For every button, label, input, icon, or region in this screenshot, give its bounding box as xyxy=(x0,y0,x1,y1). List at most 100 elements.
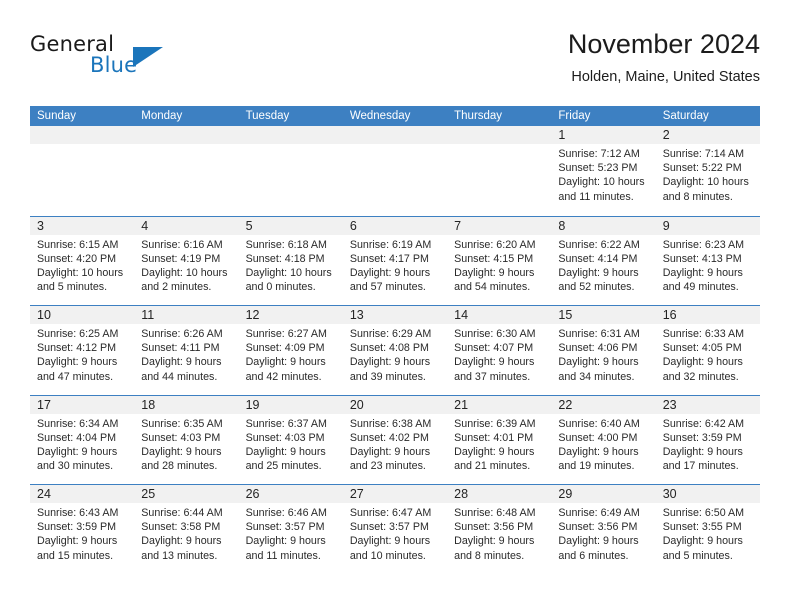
day-number-band: 16 xyxy=(655,306,760,324)
day-cell[interactable]: 14 Sunrise: 6:30 AM Sunset: 4:07 PM Dayligh… xyxy=(447,306,552,395)
day-detail-line: and 13 minutes. xyxy=(141,549,218,562)
calendar-body: 1 Sunrise: 7:12 AM Sunset: 5:23 PM Daylight… xyxy=(30,126,760,574)
day-detail-line: Sunset: 3:58 PM xyxy=(141,521,221,534)
day-number-band xyxy=(30,126,135,144)
day-cell[interactable]: 12 Sunrise: 6:27 AM Sunset: 4:09 PM Dayligh… xyxy=(238,306,343,395)
day-detail-line: Daylight: 9 hours xyxy=(349,356,431,369)
day-detail-line: Sunset: 4:18 PM xyxy=(245,252,325,265)
day-detail-line: Sunset: 4:20 PM xyxy=(37,252,117,265)
day-detail-line: Daylight: 10 hours xyxy=(37,266,124,279)
day-cell[interactable]: 28 Sunrise: 6:48 AM Sunset: 3:56 PM Dayligh… xyxy=(447,485,552,574)
day-detail-line: Sunrise: 6:40 AM xyxy=(558,417,640,430)
day-detail-line: Sunrise: 6:27 AM xyxy=(245,328,327,340)
day-cell[interactable]: 2 Sunrise: 7:14 AM Sunset: 5:22 PM Daylight… xyxy=(655,126,760,216)
day-cell[interactable]: 15 Sunrise: 6:31 AM Sunset: 4:06 PM Dayligh… xyxy=(551,306,656,395)
day-number: 7 xyxy=(454,218,462,233)
day-cell[interactable]: 20 Sunrise: 6:38 AM Sunset: 4:02 PM Dayligh… xyxy=(342,395,448,484)
day-detail-line: and 8 minutes. xyxy=(662,190,733,203)
day-detail-line: Daylight: 9 hours xyxy=(349,266,431,279)
day-detail-line: Sunrise: 6:18 AM xyxy=(245,238,327,251)
day-cell[interactable]: 23 Sunrise: 6:42 AM Sunset: 3:59 PM Dayligh… xyxy=(655,395,760,484)
day-detail-line: Sunset: 3:56 PM xyxy=(454,521,534,534)
day-details: Sunrise: 6:27 AM Sunset: 4:09 PM Daylight:… xyxy=(239,324,343,384)
day-cell[interactable]: 3 Sunrise: 6:15 AM Sunset: 4:20 PM Daylight… xyxy=(30,216,135,305)
day-cell[interactable]: 19 Sunrise: 6:37 AM Sunset: 4:03 PM Dayligh… xyxy=(238,395,343,484)
day-detail-line: and 8 minutes. xyxy=(454,549,525,562)
day-detail-line: Sunset: 3:59 PM xyxy=(37,521,117,534)
day-detail-line: Sunset: 4:03 PM xyxy=(141,431,221,444)
day-cell[interactable]: 16 Sunrise: 6:33 AM Sunset: 4:05 PM Dayligh… xyxy=(655,306,760,395)
day-detail-line: and 30 minutes. xyxy=(37,460,114,473)
day-detail-line: and 25 minutes. xyxy=(245,460,322,473)
day-cell[interactable]: 21 Sunrise: 6:39 AM Sunset: 4:01 PM Dayligh… xyxy=(447,395,552,484)
day-details: Sunrise: 6:43 AM Sunset: 3:59 PM Daylight:… xyxy=(30,503,134,563)
day-cell[interactable]: 4 Sunrise: 6:16 AM Sunset: 4:19 PM Daylight… xyxy=(134,216,239,305)
day-number-band: 28 xyxy=(447,485,552,503)
day-detail-line: Sunset: 3:55 PM xyxy=(662,521,742,534)
day-number-band: 3 xyxy=(30,216,135,235)
day-number: 6 xyxy=(349,218,357,233)
day-cell[interactable]: 13 Sunrise: 6:29 AM Sunset: 4:08 PM Dayligh… xyxy=(342,306,448,395)
day-number-band: 2 xyxy=(655,126,760,144)
day-cell[interactable]: 25 Sunrise: 6:44 AM Sunset: 3:58 PM Dayligh… xyxy=(134,485,239,574)
day-cell[interactable]: 17 Sunrise: 6:34 AM Sunset: 4:04 PM Dayligh… xyxy=(30,395,135,484)
day-cell[interactable]: 11 Sunrise: 6:26 AM Sunset: 4:11 PM Dayligh… xyxy=(134,306,239,395)
day-detail-line: Sunrise: 6:46 AM xyxy=(245,507,327,519)
day-detail-line: Sunrise: 6:31 AM xyxy=(558,328,640,340)
day-detail-line: and 15 minutes. xyxy=(37,549,114,562)
day-cell[interactable]: 26 Sunrise: 6:46 AM Sunset: 3:57 PM Dayligh… xyxy=(238,485,343,574)
day-detail-line: and 11 minutes. xyxy=(245,549,321,562)
day-cell[interactable]: 8 Sunrise: 6:22 AM Sunset: 4:14 PM Daylight… xyxy=(551,216,656,305)
calendar-grid: Sunday Monday Tuesday Wednesday Thursday Frid… xyxy=(30,106,760,574)
day-cell[interactable]: 18 Sunrise: 6:35 AM Sunset: 4:03 PM Dayligh… xyxy=(134,395,239,484)
day-details: Sunrise: 6:26 AM Sunset: 4:11 PM Daylight:… xyxy=(134,324,238,384)
day-details: Sunrise: 6:37 AM Sunset: 4:03 PM Daylight:… xyxy=(239,414,343,474)
day-cell[interactable]: 30 Sunrise: 6:50 AM Sunset: 3:55 PM Dayligh… xyxy=(655,485,760,574)
day-detail-line: and 5 minutes. xyxy=(37,281,108,294)
day-cell[interactable]: 6 Sunrise: 6:19 AM Sunset: 4:17 PM Daylight… xyxy=(342,216,448,305)
day-number: 5 xyxy=(245,218,253,233)
day-number-band xyxy=(238,126,343,144)
day-detail-line: and 28 minutes. xyxy=(141,460,218,473)
day-detail-line: Daylight: 9 hours xyxy=(454,445,535,458)
brand-logo[interactable]: General Blue xyxy=(30,32,260,92)
day-detail-line: Sunset: 4:14 PM xyxy=(558,252,638,265)
day-detail-line: Sunset: 4:13 PM xyxy=(662,252,742,265)
day-number-band: 29 xyxy=(551,485,656,503)
day-number-band xyxy=(447,126,552,144)
day-detail-line: and 47 minutes. xyxy=(37,370,114,383)
day-detail-line: Daylight: 9 hours xyxy=(662,445,743,458)
day-number-band: 20 xyxy=(342,395,448,414)
day-cell-empty xyxy=(238,126,343,216)
day-number: 16 xyxy=(662,308,677,322)
day-number: 17 xyxy=(37,397,51,412)
day-details: Sunrise: 6:48 AM Sunset: 3:56 PM Daylight:… xyxy=(447,503,551,563)
day-details: Sunrise: 6:50 AM Sunset: 3:55 PM Daylight:… xyxy=(656,503,760,563)
day-cell[interactable]: 9 Sunrise: 6:23 AM Sunset: 4:13 PM Daylight… xyxy=(655,216,760,305)
day-detail-line: Daylight: 9 hours xyxy=(37,535,118,548)
day-number-band: 7 xyxy=(447,216,552,235)
day-details: Sunrise: 6:47 AM Sunset: 3:57 PM Daylight:… xyxy=(343,503,447,563)
day-cell[interactable]: 22 Sunrise: 6:40 AM Sunset: 4:00 PM Dayligh… xyxy=(551,395,656,484)
day-detail-line: Sunrise: 6:49 AM xyxy=(558,507,640,519)
day-cell[interactable]: 27 Sunrise: 6:47 AM Sunset: 3:57 PM Dayligh… xyxy=(342,485,448,574)
day-cell[interactable]: 29 Sunrise: 6:49 AM Sunset: 3:56 PM Dayligh… xyxy=(551,485,656,574)
day-cell[interactable]: 1 Sunrise: 7:12 AM Sunset: 5:23 PM Daylight… xyxy=(551,126,656,216)
day-cell[interactable]: 10 Sunrise: 6:25 AM Sunset: 4:12 PM Dayligh… xyxy=(30,306,135,395)
day-number-band: 4 xyxy=(134,216,239,235)
day-cell[interactable]: 24 Sunrise: 6:43 AM Sunset: 3:59 PM Dayligh… xyxy=(30,485,135,574)
day-cell[interactable]: 5 Sunrise: 6:18 AM Sunset: 4:18 PM Daylight… xyxy=(238,216,343,305)
day-detail-line: Sunrise: 6:38 AM xyxy=(349,417,432,430)
day-details: Sunrise: 6:20 AM Sunset: 4:15 PM Daylight:… xyxy=(447,235,551,295)
day-number: 1 xyxy=(558,128,566,142)
day-detail-line: and 57 minutes. xyxy=(349,281,426,294)
day-details: Sunrise: 6:33 AM Sunset: 4:05 PM Daylight:… xyxy=(656,324,760,384)
day-details: Sunrise: 6:19 AM Sunset: 4:17 PM Daylight:… xyxy=(343,235,447,295)
day-detail-line: Sunrise: 6:16 AM xyxy=(141,238,223,251)
day-details: Sunrise: 7:14 AM Sunset: 5:22 PM Daylight:… xyxy=(656,144,760,204)
day-cell[interactable]: 7 Sunrise: 6:20 AM Sunset: 4:15 PM Daylight… xyxy=(447,216,552,305)
day-detail-line: Daylight: 9 hours xyxy=(662,266,743,279)
day-detail-line: Sunset: 4:09 PM xyxy=(245,342,325,355)
day-number: 21 xyxy=(454,397,469,412)
brand-name-blue: Blue xyxy=(90,53,138,77)
